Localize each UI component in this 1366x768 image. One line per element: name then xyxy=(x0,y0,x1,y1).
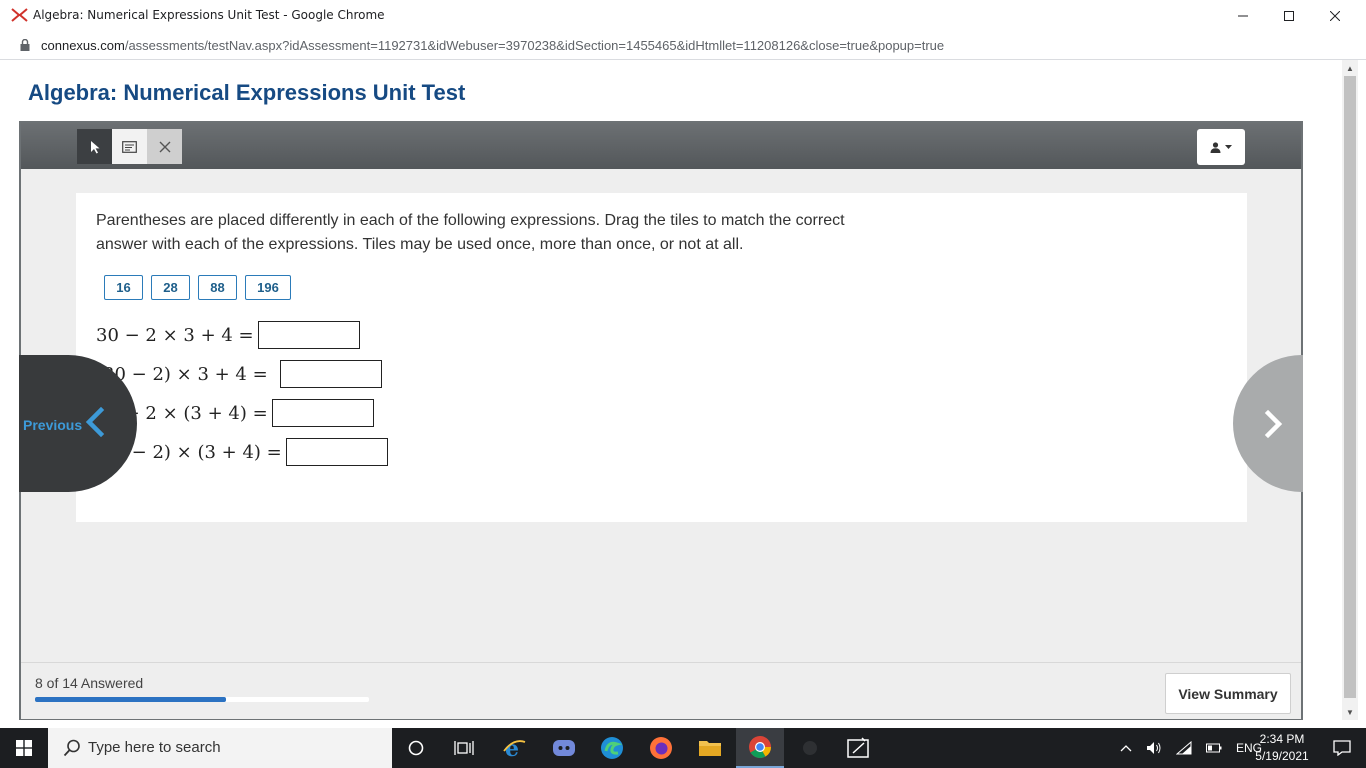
taskbar-firefox[interactable] xyxy=(637,728,685,768)
page-scrollbar[interactable]: ▲ ▼ xyxy=(1342,60,1358,720)
internet-explorer-icon: e xyxy=(503,736,526,760)
pointer-tool-button[interactable] xyxy=(77,129,112,164)
folder-icon xyxy=(699,741,721,756)
tile-16[interactable]: 16 xyxy=(104,275,143,300)
notification-icon xyxy=(1333,740,1351,756)
windows-taskbar: Type here to search e ENG 2:34 PM 5/19/2… xyxy=(0,728,1366,768)
taskbar-clock[interactable]: 2:34 PM 5/19/2021 xyxy=(1254,731,1310,765)
maximize-button[interactable] xyxy=(1266,0,1312,31)
answer-drop-zone-1[interactable] xyxy=(257,321,360,349)
url-path: /assessments/testNav.aspx?idAssessment=1… xyxy=(124,38,945,53)
question-prompt: Parentheses are placed differently in ea… xyxy=(96,212,845,253)
notes-tool-button[interactable] xyxy=(112,129,147,164)
taskbar-app-hidden[interactable] xyxy=(786,728,834,768)
user-menu-button[interactable] xyxy=(1197,129,1245,165)
test-player: Parentheses are placed differently in ea… xyxy=(19,121,1303,720)
caret-down-icon xyxy=(1225,145,1232,149)
taskbar-file-explorer[interactable] xyxy=(686,728,734,768)
cortana-circle-icon xyxy=(408,740,424,756)
progress-fill xyxy=(35,697,226,702)
window-title: Algebra: Numerical Expressions Unit Test… xyxy=(33,8,385,22)
close-window-button[interactable] xyxy=(1312,0,1358,31)
battery-icon[interactable] xyxy=(1206,743,1222,753)
notes-icon xyxy=(122,140,137,153)
taskbar-edge[interactable] xyxy=(588,728,636,768)
task-view-icon xyxy=(454,741,474,755)
answered-count: 8 of 14 Answered xyxy=(35,675,144,691)
test-toolbar xyxy=(21,123,1301,169)
progress-bar xyxy=(35,697,369,702)
window-edge xyxy=(1358,60,1366,720)
scroll-up-arrow-icon[interactable]: ▲ xyxy=(1342,60,1358,76)
taskbar-snip-sketch[interactable] xyxy=(834,728,882,768)
clock-date: 5/19/2021 xyxy=(1255,749,1309,763)
expression-text: 30 − 2 × 3 + 4 = xyxy=(96,324,254,346)
app-icon xyxy=(803,741,817,755)
maximize-icon xyxy=(1284,10,1294,21)
eliminator-tool-button[interactable] xyxy=(147,129,182,164)
browser-title-bar: Algebra: Numerical Expressions Unit Test… xyxy=(0,0,1366,31)
expression-row: 30 − 2 × (3 + 4) = xyxy=(96,399,374,427)
close-icon xyxy=(159,141,170,152)
expression-row: (30 − 2) × (3 + 4) = xyxy=(96,438,388,466)
chevron-left-icon xyxy=(85,407,105,437)
connexus-logo-icon xyxy=(11,8,28,22)
view-summary-button[interactable]: View Summary xyxy=(1165,673,1291,714)
taskbar-search-box[interactable]: Type here to search xyxy=(48,728,392,768)
search-placeholder: Type here to search xyxy=(88,739,221,756)
minimize-button[interactable] xyxy=(1220,0,1266,31)
answer-tiles: 16 28 88 196 xyxy=(104,275,291,300)
taskbar-discord[interactable] xyxy=(540,728,588,768)
task-view-button[interactable] xyxy=(440,728,488,768)
chevron-right-icon xyxy=(1264,409,1283,439)
windows-logo-icon xyxy=(16,740,32,756)
answer-drop-zone-3[interactable] xyxy=(271,399,374,427)
expression-row: 30 − 2 × 3 + 4 = xyxy=(96,321,360,349)
edge-icon xyxy=(601,737,623,759)
tile-88[interactable]: 88 xyxy=(198,275,237,300)
taskbar-internet-explorer[interactable]: e xyxy=(490,728,538,768)
system-tray: ENG xyxy=(1120,728,1262,768)
question-area: Parentheses are placed differently in ea… xyxy=(21,169,1301,662)
cortana-button[interactable] xyxy=(392,728,440,768)
tile-196[interactable]: 196 xyxy=(245,275,291,300)
show-hidden-icons-icon[interactable] xyxy=(1120,744,1132,752)
firefox-icon xyxy=(650,737,672,759)
discord-icon xyxy=(553,740,575,756)
close-icon xyxy=(1330,10,1340,21)
test-footer: 8 of 14 Answered View Summary xyxy=(21,662,1301,719)
url-text[interactable]: connexus.com/assessments/testNav.aspx?id… xyxy=(41,38,944,53)
address-bar[interactable]: connexus.com/assessments/testNav.aspx?id… xyxy=(0,31,1366,60)
answer-drop-zone-4[interactable] xyxy=(285,438,388,466)
user-icon xyxy=(1210,141,1221,153)
snip-sketch-icon xyxy=(847,737,869,758)
answer-drop-zone-2[interactable] xyxy=(279,360,382,388)
url-host: connexus.com xyxy=(41,38,125,53)
taskbar-chrome[interactable] xyxy=(736,728,784,768)
lock-icon xyxy=(20,39,30,51)
action-center-button[interactable] xyxy=(1318,728,1366,768)
expression-row: (30 − 2) × 3 + 4 = xyxy=(96,360,382,388)
wifi-icon[interactable] xyxy=(1176,741,1192,755)
question-card: Parentheses are placed differently in ea… xyxy=(76,193,1247,522)
page-title: Algebra: Numerical Expressions Unit Test xyxy=(28,80,466,105)
tile-28[interactable]: 28 xyxy=(151,275,190,300)
start-button[interactable] xyxy=(0,728,48,768)
clock-time: 2:34 PM xyxy=(1259,732,1305,746)
scroll-down-arrow-icon[interactable]: ▼ xyxy=(1342,704,1358,720)
previous-label: Previous xyxy=(23,417,83,433)
search-icon xyxy=(63,739,80,757)
chrome-icon xyxy=(749,736,771,758)
web-page: Algebra: Numerical Expressions Unit Test… xyxy=(8,60,1342,720)
pointer-icon xyxy=(90,140,99,153)
scrollbar-thumb[interactable] xyxy=(1344,76,1356,698)
minimize-icon xyxy=(1238,15,1248,16)
volume-icon[interactable] xyxy=(1146,741,1162,755)
